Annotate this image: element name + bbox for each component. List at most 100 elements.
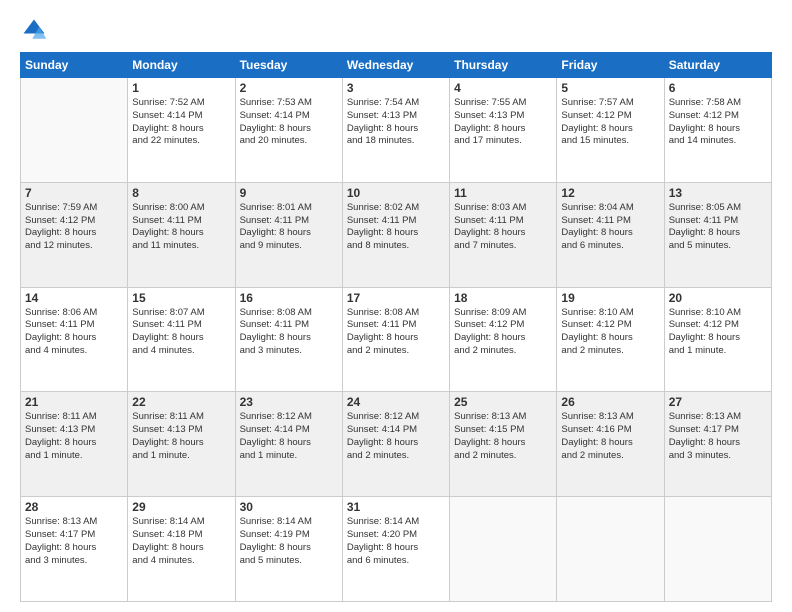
day-info: Sunrise: 8:09 AM Sunset: 4:12 PM Dayligh…	[454, 307, 552, 358]
day-number: 16	[240, 291, 338, 305]
day-number: 2	[240, 81, 338, 95]
day-number: 11	[454, 186, 552, 200]
day-number: 18	[454, 291, 552, 305]
day-number: 19	[561, 291, 659, 305]
calendar-cell: 3 Sunrise: 7:54 AM Sunset: 4:13 PM Daylig…	[342, 78, 449, 183]
day-number: 7	[25, 186, 123, 200]
day-info: Sunrise: 7:59 AM Sunset: 4:12 PM Dayligh…	[25, 202, 123, 253]
calendar-cell: 27 Sunrise: 8:13 AM Sunset: 4:17 PM Dayli…	[664, 392, 771, 497]
day-number: 22	[132, 395, 230, 409]
weekday-header-saturday: Saturday	[664, 53, 771, 78]
day-info: Sunrise: 8:13 AM Sunset: 4:17 PM Dayligh…	[25, 516, 123, 567]
calendar-cell: 4Sunrise: 7:55 AM Sunset: 4:13 PM Daylig…	[450, 78, 557, 183]
day-number: 12	[561, 186, 659, 200]
calendar-cell: 8 Sunrise: 8:00 AM Sunset: 4:11 PM Daylig…	[128, 182, 235, 287]
calendar-cell: 18 Sunrise: 8:09 AM Sunset: 4:12 PM Dayli…	[450, 287, 557, 392]
weekday-header-friday: Friday	[557, 53, 664, 78]
logo-icon	[20, 16, 48, 44]
calendar-week-row: 7 Sunrise: 7:59 AM Sunset: 4:12 PM Daylig…	[21, 182, 772, 287]
day-info: Sunrise: 8:01 AM Sunset: 4:11 PM Dayligh…	[240, 202, 338, 253]
day-number: 10	[347, 186, 445, 200]
calendar-cell: 28 Sunrise: 8:13 AM Sunset: 4:17 PM Dayli…	[21, 497, 128, 602]
day-info: Sunrise: 7:54 AM Sunset: 4:13 PM Dayligh…	[347, 97, 445, 148]
calendar-cell: 15 Sunrise: 8:07 AM Sunset: 4:11 PM Dayli…	[128, 287, 235, 392]
calendar-week-row: 1 Sunrise: 7:52 AM Sunset: 4:14 PM Daylig…	[21, 78, 772, 183]
calendar-cell	[664, 497, 771, 602]
day-info: Sunrise: 7:55 AM Sunset: 4:13 PM Dayligh…	[454, 97, 552, 148]
day-info: Sunrise: 8:13 AM Sunset: 4:15 PM Dayligh…	[454, 411, 552, 462]
calendar-week-row: 28 Sunrise: 8:13 AM Sunset: 4:17 PM Dayli…	[21, 497, 772, 602]
day-info: Sunrise: 8:12 AM Sunset: 4:14 PM Dayligh…	[240, 411, 338, 462]
calendar-cell: 16 Sunrise: 8:08 AM Sunset: 4:11 PM Dayli…	[235, 287, 342, 392]
day-info: Sunrise: 7:57 AM Sunset: 4:12 PM Dayligh…	[561, 97, 659, 148]
day-number: 24	[347, 395, 445, 409]
day-info: Sunrise: 8:12 AM Sunset: 4:14 PM Dayligh…	[347, 411, 445, 462]
calendar-cell: 13 Sunrise: 8:05 AM Sunset: 4:11 PM Dayli…	[664, 182, 771, 287]
day-number: 14	[25, 291, 123, 305]
day-info: Sunrise: 8:05 AM Sunset: 4:11 PM Dayligh…	[669, 202, 767, 253]
calendar-cell	[21, 78, 128, 183]
calendar-cell: 2 Sunrise: 7:53 AM Sunset: 4:14 PM Daylig…	[235, 78, 342, 183]
calendar-table: SundayMondayTuesdayWednesdayThursdayFrid…	[20, 52, 772, 602]
day-info: Sunrise: 8:10 AM Sunset: 4:12 PM Dayligh…	[669, 307, 767, 358]
day-number: 30	[240, 500, 338, 514]
day-number: 1	[132, 81, 230, 95]
day-number: 20	[669, 291, 767, 305]
calendar-week-row: 21 Sunrise: 8:11 AM Sunset: 4:13 PM Dayli…	[21, 392, 772, 497]
calendar-cell: 11 Sunrise: 8:03 AM Sunset: 4:11 PM Dayli…	[450, 182, 557, 287]
day-info: Sunrise: 8:10 AM Sunset: 4:12 PM Dayligh…	[561, 307, 659, 358]
calendar-cell	[450, 497, 557, 602]
calendar-cell: 30 Sunrise: 8:14 AM Sunset: 4:19 PM Dayli…	[235, 497, 342, 602]
day-info: Sunrise: 8:03 AM Sunset: 4:11 PM Dayligh…	[454, 202, 552, 253]
day-number: 23	[240, 395, 338, 409]
calendar-cell: 31Sunrise: 8:14 AM Sunset: 4:20 PM Dayli…	[342, 497, 449, 602]
day-info: Sunrise: 8:14 AM Sunset: 4:19 PM Dayligh…	[240, 516, 338, 567]
calendar-cell: 14 Sunrise: 8:06 AM Sunset: 4:11 PM Dayli…	[21, 287, 128, 392]
day-info: Sunrise: 8:00 AM Sunset: 4:11 PM Dayligh…	[132, 202, 230, 253]
calendar-cell: 26Sunrise: 8:13 AM Sunset: 4:16 PM Dayli…	[557, 392, 664, 497]
day-info: Sunrise: 7:52 AM Sunset: 4:14 PM Dayligh…	[132, 97, 230, 148]
day-number: 13	[669, 186, 767, 200]
day-info: Sunrise: 8:07 AM Sunset: 4:11 PM Dayligh…	[132, 307, 230, 358]
day-number: 9	[240, 186, 338, 200]
day-info: Sunrise: 8:11 AM Sunset: 4:13 PM Dayligh…	[25, 411, 123, 462]
day-number: 31	[347, 500, 445, 514]
day-info: Sunrise: 8:11 AM Sunset: 4:13 PM Dayligh…	[132, 411, 230, 462]
day-info: Sunrise: 8:02 AM Sunset: 4:11 PM Dayligh…	[347, 202, 445, 253]
calendar-cell: 7 Sunrise: 7:59 AM Sunset: 4:12 PM Daylig…	[21, 182, 128, 287]
weekday-header-wednesday: Wednesday	[342, 53, 449, 78]
weekday-header-monday: Monday	[128, 53, 235, 78]
day-info: Sunrise: 8:06 AM Sunset: 4:11 PM Dayligh…	[25, 307, 123, 358]
calendar-cell: 19 Sunrise: 8:10 AM Sunset: 4:12 PM Dayli…	[557, 287, 664, 392]
calendar-cell: 24 Sunrise: 8:12 AM Sunset: 4:14 PM Dayli…	[342, 392, 449, 497]
day-number: 15	[132, 291, 230, 305]
day-number: 3	[347, 81, 445, 95]
day-number: 21	[25, 395, 123, 409]
calendar-cell: 10 Sunrise: 8:02 AM Sunset: 4:11 PM Dayli…	[342, 182, 449, 287]
day-info: Sunrise: 8:08 AM Sunset: 4:11 PM Dayligh…	[347, 307, 445, 358]
weekday-header-row: SundayMondayTuesdayWednesdayThursdayFrid…	[21, 53, 772, 78]
header	[20, 16, 772, 44]
day-info: Sunrise: 8:13 AM Sunset: 4:16 PM Dayligh…	[561, 411, 659, 462]
day-number: 28	[25, 500, 123, 514]
calendar-cell: 29Sunrise: 8:14 AM Sunset: 4:18 PM Dayli…	[128, 497, 235, 602]
day-info: Sunrise: 7:58 AM Sunset: 4:12 PM Dayligh…	[669, 97, 767, 148]
day-info: Sunrise: 7:53 AM Sunset: 4:14 PM Dayligh…	[240, 97, 338, 148]
calendar-cell	[557, 497, 664, 602]
day-number: 8	[132, 186, 230, 200]
day-number: 17	[347, 291, 445, 305]
day-info: Sunrise: 8:14 AM Sunset: 4:18 PM Dayligh…	[132, 516, 230, 567]
day-info: Sunrise: 8:13 AM Sunset: 4:17 PM Dayligh…	[669, 411, 767, 462]
calendar-cell: 1 Sunrise: 7:52 AM Sunset: 4:14 PM Daylig…	[128, 78, 235, 183]
weekday-header-thursday: Thursday	[450, 53, 557, 78]
day-number: 27	[669, 395, 767, 409]
calendar-cell: 22 Sunrise: 8:11 AM Sunset: 4:13 PM Dayli…	[128, 392, 235, 497]
weekday-header-sunday: Sunday	[21, 53, 128, 78]
calendar-cell: 21 Sunrise: 8:11 AM Sunset: 4:13 PM Dayli…	[21, 392, 128, 497]
day-info: Sunrise: 8:08 AM Sunset: 4:11 PM Dayligh…	[240, 307, 338, 358]
weekday-header-tuesday: Tuesday	[235, 53, 342, 78]
day-number: 5	[561, 81, 659, 95]
calendar-cell: 5 Sunrise: 7:57 AM Sunset: 4:12 PM Daylig…	[557, 78, 664, 183]
logo	[20, 16, 52, 44]
day-info: Sunrise: 8:04 AM Sunset: 4:11 PM Dayligh…	[561, 202, 659, 253]
